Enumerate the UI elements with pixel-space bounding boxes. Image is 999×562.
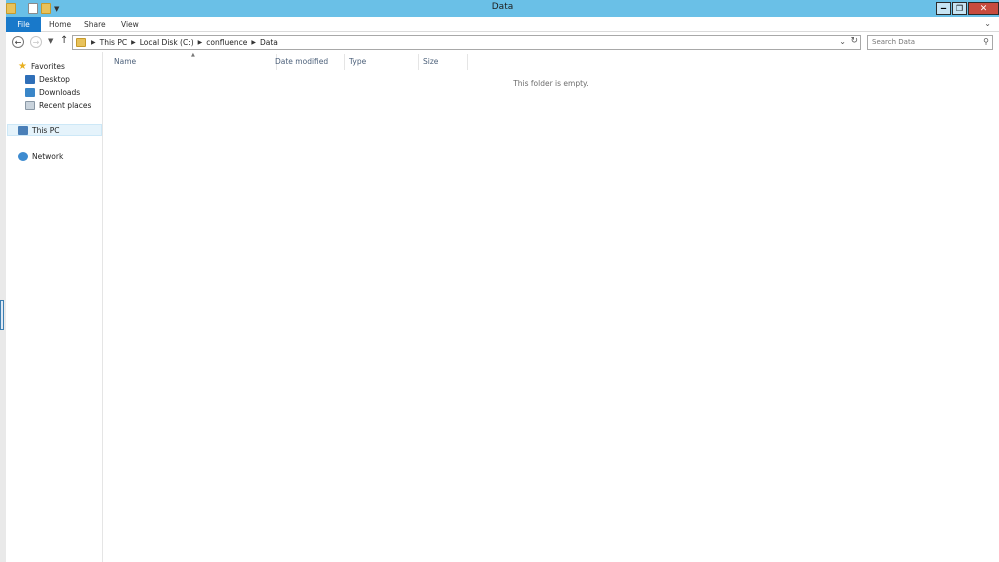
restore-icon: ❐ (955, 4, 964, 13)
refresh-icon[interactable]: ↻ (850, 36, 858, 46)
nav-item-label: Downloads (39, 87, 81, 97)
expand-ribbon-icon[interactable]: ⌄ (984, 19, 991, 28)
chevron-right-icon[interactable]: ▶ (251, 39, 256, 46)
breadcrumb-local-disk[interactable]: Local Disk (C:) (140, 38, 194, 47)
back-arrow-icon: ← (14, 37, 22, 47)
up-arrow-icon: ↑ (60, 35, 69, 46)
breadcrumb-confluence[interactable]: confluence (206, 38, 247, 47)
chevron-right-icon[interactable]: ▶ (198, 39, 203, 46)
minimize-button[interactable]: ‒ (936, 2, 951, 15)
nav-item-desktop[interactable]: Desktop (25, 73, 70, 85)
window-title: Data (491, 2, 514, 12)
search-box[interactable]: ⚲ (867, 35, 993, 50)
collapse-handle[interactable] (0, 300, 4, 330)
nav-this-pc-label: This PC (32, 125, 60, 135)
tab-share[interactable]: Share (84, 17, 106, 32)
title-bar: ▼ Data ‒ ❐ ✕ (6, 0, 999, 17)
star-icon: ★ (18, 60, 27, 72)
search-icon[interactable]: ⚲ (983, 37, 989, 46)
nav-favorites[interactable]: ★ Favorites (18, 60, 65, 72)
ribbon-tabs: File Home Share View ⌄ (6, 17, 999, 32)
up-button[interactable]: ↑ (60, 35, 68, 46)
empty-folder-message: This folder is empty. (513, 79, 589, 88)
restore-button[interactable]: ❐ (952, 2, 967, 15)
nav-favorites-label: Favorites (30, 61, 65, 71)
breadcrumb-data[interactable]: Data (260, 38, 278, 47)
search-input[interactable] (872, 38, 977, 46)
desktop-icon (25, 74, 35, 84)
column-header-size[interactable]: Size (419, 54, 468, 70)
navigation-pane: ★ Favorites Desktop Downloads Recent pla… (6, 52, 103, 562)
network-icon (18, 151, 28, 161)
breadcrumb-this-pc[interactable]: This PC (100, 38, 127, 47)
column-header-date-modified[interactable]: Date modified (271, 54, 345, 70)
explorer-window: ▼ Data ‒ ❐ ✕ File Home Share View ⌄ ← → … (6, 0, 999, 562)
nav-item-label: Recent places (39, 100, 92, 110)
navigation-bar: ← → ▼ ↑ ▶ This PC ▶ Local Disk (C:) ▶ co… (6, 32, 999, 52)
nav-this-pc[interactable]: This PC (7, 124, 102, 136)
back-button[interactable]: ← (12, 36, 24, 48)
forward-arrow-icon: → (32, 37, 40, 47)
recent-locations-icon[interactable]: ▼ (48, 37, 53, 45)
nav-network[interactable]: Network (18, 150, 63, 162)
address-bar[interactable]: ▶ This PC ▶ Local Disk (C:) ▶ confluence… (72, 35, 861, 50)
column-header-name[interactable]: Name (110, 54, 277, 70)
downloads-icon (25, 87, 35, 97)
chevron-right-icon[interactable]: ▶ (131, 39, 136, 46)
breadcrumb: ▶ This PC ▶ Local Disk (C:) ▶ confluence… (91, 38, 278, 47)
forward-button[interactable]: → (30, 36, 42, 48)
chevron-down-icon[interactable]: ⌄ (839, 37, 846, 46)
nav-network-label: Network (32, 151, 64, 161)
computer-icon (18, 125, 28, 135)
tab-view[interactable]: View (121, 17, 139, 32)
chevron-right-icon[interactable]: ▶ (91, 39, 96, 46)
close-icon: ✕ (979, 3, 988, 14)
close-button[interactable]: ✕ (968, 2, 999, 15)
nav-item-downloads[interactable]: Downloads (25, 86, 80, 98)
column-header-type[interactable]: Type (345, 54, 419, 70)
nav-item-label: Desktop (39, 74, 70, 84)
minimize-icon: ‒ (940, 3, 947, 14)
recent-places-icon (25, 100, 35, 110)
tab-file[interactable]: File (6, 17, 41, 32)
folder-icon (76, 38, 86, 47)
tab-home[interactable]: Home (49, 17, 71, 32)
nav-item-recent-places[interactable]: Recent places (25, 99, 91, 111)
